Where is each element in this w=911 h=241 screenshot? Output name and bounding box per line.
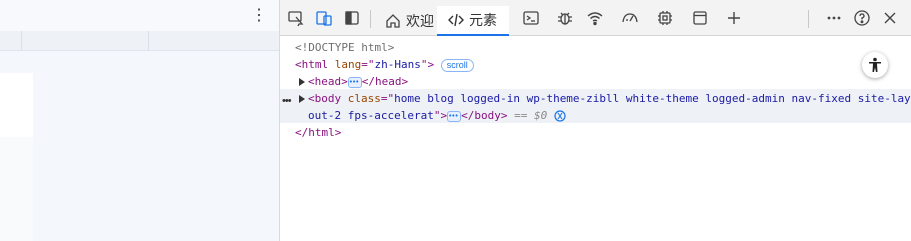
doctype-line[interactable]: <!DOCTYPE html> xyxy=(295,39,394,56)
ruler-tick xyxy=(148,31,149,50)
tab-label: 元素 xyxy=(469,12,497,28)
ruler-tick xyxy=(21,31,22,50)
attr-value-cont: out-2 fps-accelerat xyxy=(308,109,434,122)
help-icon[interactable] xyxy=(853,9,871,27)
node-actions-icon[interactable]: ••• xyxy=(282,95,292,107)
inspect-cursor-icon[interactable] xyxy=(287,9,305,27)
page-content-strip xyxy=(0,137,33,241)
body-line-1[interactable]: <body class="home blog logged-in wp-them… xyxy=(308,90,911,107)
memory-chip-icon[interactable] xyxy=(656,9,674,27)
console-icon[interactable] xyxy=(522,9,540,27)
expand-arrow-icon[interactable] xyxy=(299,95,305,103)
toolbar-separator xyxy=(808,10,809,28)
home-icon xyxy=(386,13,400,28)
add-tab-icon[interactable] xyxy=(725,9,743,27)
expand-arrow-icon[interactable] xyxy=(299,78,305,86)
devtools-toolbar: 欢迎 元素 xyxy=(280,0,911,36)
accessibility-icon[interactable] xyxy=(862,52,888,78)
web-page-area: ⋮ xyxy=(0,0,279,241)
attr-value: zh-Hans xyxy=(374,58,421,71)
tab-welcome[interactable]: 欢迎 xyxy=(378,6,440,35)
tag-name: body xyxy=(314,92,342,105)
head-open-tag: <head> xyxy=(308,75,348,88)
ellipsis-icon[interactable] xyxy=(347,74,362,91)
kebab-icon[interactable]: ⋮ xyxy=(251,8,267,24)
body-close-tag: </body> xyxy=(461,109,508,122)
performance-icon[interactable] xyxy=(621,9,639,27)
attr-value: home blog logged-in wp-theme-zibll white… xyxy=(394,92,911,105)
wifi-icon[interactable] xyxy=(586,9,604,27)
scroll-badge[interactable]: scroll xyxy=(440,58,474,72)
attr-name: lang xyxy=(334,58,362,71)
body-line-2[interactable]: out-2 fps-accelerat"></body> == $0 xyxy=(308,107,566,125)
code-icon xyxy=(448,13,464,27)
head-line[interactable]: <head> </head> xyxy=(308,73,409,91)
tab-label: 欢迎 xyxy=(406,12,434,29)
page-top-bar: ⋮ xyxy=(0,0,279,32)
application-panel-icon[interactable] xyxy=(691,9,709,27)
bug-icon[interactable] xyxy=(556,9,574,27)
accessibility-badge-icon[interactable] xyxy=(554,110,566,122)
tab-elements[interactable]: 元素 xyxy=(437,6,509,36)
tag-name: html xyxy=(301,58,329,71)
head-close-tag: </head> xyxy=(361,75,409,88)
html-close-line[interactable]: </html> xyxy=(295,124,341,141)
attr-name: class xyxy=(347,92,381,105)
toolbar-separator xyxy=(370,10,371,28)
more-icon[interactable] xyxy=(825,9,843,27)
page-ruler xyxy=(0,31,279,51)
devtools-panel: 欢迎 元素 <!DOCTYPE html> <html lang="zh-Han… xyxy=(279,0,911,241)
ellipsis-icon[interactable] xyxy=(447,108,462,125)
console-ref: == $0 xyxy=(514,109,548,122)
close-icon[interactable] xyxy=(881,9,899,27)
dock-sidebar-icon[interactable] xyxy=(343,9,361,27)
html-open-line[interactable]: <html lang="zh-Hans"> scroll xyxy=(295,56,474,73)
device-emulation-icon[interactable] xyxy=(315,9,333,27)
